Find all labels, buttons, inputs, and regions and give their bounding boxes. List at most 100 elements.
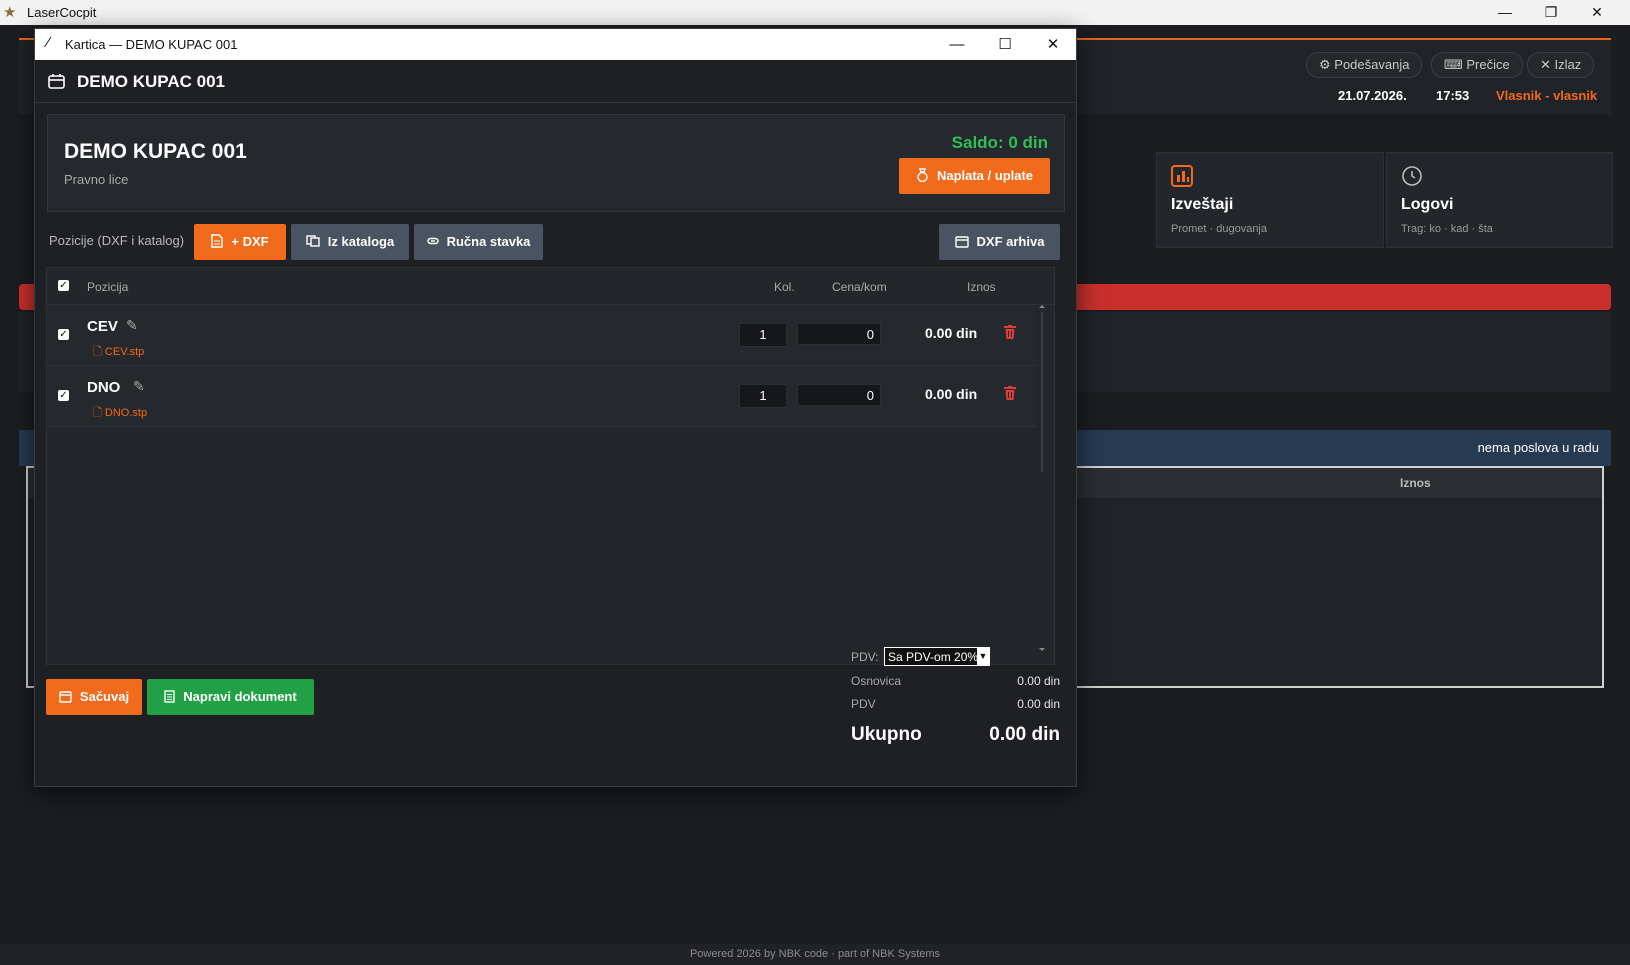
vat-value: 0.00 din — [1017, 697, 1060, 711]
qty-input[interactable]: 1 — [739, 323, 787, 347]
make-document-label: Napravi dokument — [183, 689, 297, 704]
row-checkbox[interactable]: ✓ — [58, 390, 69, 401]
header-qty: Kol. — [774, 280, 795, 294]
edit-pencil-icon[interactable]: ✎ — [133, 378, 145, 395]
row-file-name: CEV.stp — [104, 346, 145, 358]
positions-table-header: ✓ Pozicija Kol. Cena/kom Iznos — [47, 268, 1054, 305]
manual-item-label: Ručna stavka — [446, 234, 531, 249]
dxf-archive-label: DXF arhiva — [976, 234, 1045, 249]
save-button[interactable]: Sačuvaj — [46, 679, 142, 715]
qty-input[interactable]: 1 — [739, 384, 787, 408]
close-icon: ✕ — [1540, 57, 1551, 72]
vat-label: PDV — [851, 697, 876, 711]
feather-icon: ⁄ — [47, 34, 50, 51]
customer-name: DEMO KUPAC 001 — [64, 140, 247, 163]
base-label: Osnovica — [851, 674, 902, 688]
add-dxf-button[interactable]: + DXF — [194, 224, 286, 260]
row-checkbox[interactable]: ✓ — [58, 329, 69, 340]
save-icon — [59, 690, 72, 703]
logs-subtitle: Trag: ko · kad · šta — [1401, 223, 1493, 235]
copy-icon — [306, 235, 320, 247]
pdv-select-label: PDV: — [851, 650, 879, 664]
jobs-status: nema poslova u radu — [1477, 440, 1599, 455]
dialog-maximize-icon[interactable]: ☐ — [982, 29, 1028, 60]
add-dxf-label: + DXF — [231, 234, 269, 249]
pdv-select[interactable]: Sa PDV-om 20% ▼ — [884, 647, 990, 666]
settings-button[interactable]: ⚙ Podešavanja — [1306, 52, 1423, 78]
reports-subtitle: Promet · dugovanja — [1171, 223, 1267, 235]
pdv-select-value: Sa PDV-om 20% — [888, 650, 979, 664]
os-title-bar: ★ LaserCocpit — ❐ ✕ — [0, 0, 1630, 25]
trash-icon[interactable] — [1004, 325, 1016, 339]
positions-table: ✓ Pozicija Kol. Cena/kom Iznos ✓ CEV ✎ 🗋… — [46, 267, 1055, 665]
row-name: DNO — [87, 379, 121, 396]
row-file-name: DNO.stp — [104, 407, 148, 419]
payment-button[interactable]: Naplata / uplate — [899, 158, 1050, 194]
exit-label: Izlaz — [1554, 57, 1582, 72]
payment-label: Naplata / uplate — [936, 168, 1034, 183]
close-icon[interactable]: ✕ — [1574, 0, 1620, 25]
dialog-header: DEMO KUPAC 001 — [35, 60, 1076, 103]
price-input[interactable]: 0 — [797, 384, 881, 406]
row-amount: 0.00 din — [925, 325, 978, 341]
card-icon — [48, 74, 65, 89]
dialog-window-title: Kartica — DEMO KUPAC 001 — [65, 37, 238, 52]
dialog-title-bar: ⁄ Kartica — DEMO KUPAC 001 — ☐ ✕ — [35, 29, 1076, 60]
chart-icon — [1171, 165, 1193, 187]
manual-item-button[interactable]: Ručna stavka — [414, 224, 543, 260]
settings-label: Podešavanja — [1334, 57, 1410, 72]
document-icon — [211, 234, 224, 248]
dialog-header-title: DEMO KUPAC 001 — [77, 72, 225, 91]
gear-icon: ⚙ — [1319, 57, 1331, 72]
row-file-link[interactable]: 🗋 DNO.stp — [93, 404, 147, 423]
trash-icon[interactable] — [1004, 386, 1016, 400]
base-value: 0.00 din — [1017, 674, 1060, 688]
file-icon: 🗋 — [93, 346, 102, 358]
edit-pencil-icon[interactable]: ✎ — [126, 317, 138, 334]
from-catalog-button[interactable]: Iz kataloga — [291, 224, 409, 260]
row-amount: 0.00 din — [925, 386, 978, 402]
dxf-archive-button[interactable]: DXF arhiva — [939, 224, 1060, 260]
header-amount: Iznos — [967, 280, 996, 294]
total-value: 0.00 din — [989, 724, 1060, 745]
reports-card[interactable]: Izveštaji Promet · dugovanja — [1156, 152, 1384, 248]
clock-icon — [1402, 166, 1422, 186]
logs-card[interactable]: Logovi Trag: ko · kad · šta — [1386, 152, 1613, 248]
row-file-link[interactable]: 🗋 CEV.stp — [93, 343, 144, 362]
customer-card-dialog: ⁄ Kartica — DEMO KUPAC 001 — ☐ ✕ DEMO KU… — [34, 28, 1077, 787]
restore-icon[interactable]: ❐ — [1528, 0, 1574, 25]
select-all-checkbox[interactable]: ✓ — [58, 280, 69, 291]
date-display: 21.07.2026. — [1338, 88, 1407, 103]
minimize-icon[interactable]: — — [1482, 0, 1528, 25]
customer-type: Pravno lice — [64, 172, 129, 187]
app-title: LaserCocpit — [27, 5, 97, 20]
chevron-down-icon: ▼ — [977, 648, 989, 665]
link-icon — [426, 237, 439, 245]
positions-label: Pozicije (DXF i katalog) — [49, 233, 185, 248]
dialog-minimize-icon[interactable]: — — [934, 29, 980, 60]
table-scrollbar[interactable] — [1037, 304, 1047, 656]
money-bag-icon — [917, 168, 928, 183]
make-document-button[interactable]: Napravi dokument — [147, 679, 314, 715]
shortcuts-button[interactable]: ⌨ Prečice — [1431, 52, 1523, 78]
app-logo-icon: ★ — [3, 4, 17, 21]
exit-button[interactable]: ✕ Izlaz — [1527, 52, 1595, 78]
dialog-close-icon[interactable]: ✕ — [1030, 29, 1076, 60]
logs-title: Logovi — [1401, 196, 1454, 213]
keyboard-icon: ⌨ — [1444, 57, 1463, 72]
table-row[interactable]: ✓ DNO ✎ 🗋 DNO.stp 1 0 0.00 din — [47, 366, 1037, 427]
save-label: Sačuvaj — [79, 689, 130, 704]
from-catalog-label: Iz kataloga — [327, 234, 395, 249]
jobs-amount-header: Iznos — [1400, 476, 1431, 490]
archive-icon — [954, 235, 969, 248]
time-display: 17:53 — [1436, 88, 1470, 103]
footer: Powered 2026 by NBK code · part of NBK S… — [0, 944, 1630, 965]
user-display: Vlasnik - vlasnik — [1496, 88, 1598, 103]
file-icon: 🗋 — [93, 407, 102, 419]
price-input[interactable]: 0 — [797, 323, 881, 345]
reports-title: Izveštaji — [1171, 196, 1234, 213]
footer-text: Powered 2026 by NBK code · part of NBK S… — [689, 948, 941, 960]
table-row[interactable]: ✓ CEV ✎ 🗋 CEV.stp 1 0 0.00 din — [47, 305, 1037, 366]
saldo-display: Saldo: 0 din — [951, 133, 1048, 152]
shortcuts-label: Prečice — [1466, 57, 1510, 72]
